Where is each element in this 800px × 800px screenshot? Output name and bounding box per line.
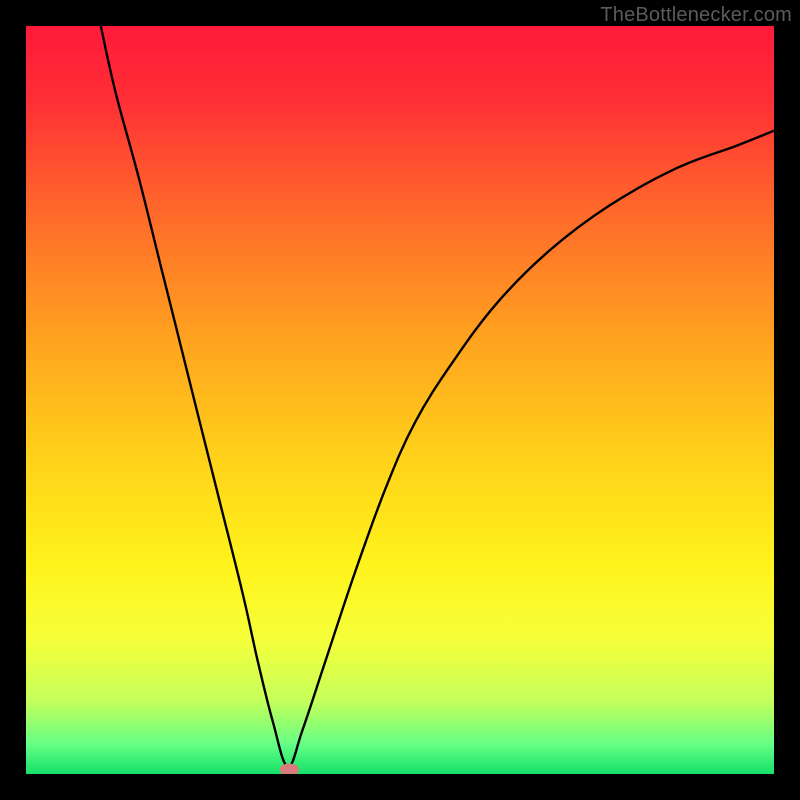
chart-svg (26, 26, 774, 774)
chart-background (26, 26, 774, 774)
watermark-label: TheBottlenecker.com (600, 4, 792, 27)
chart-frame (26, 26, 774, 774)
